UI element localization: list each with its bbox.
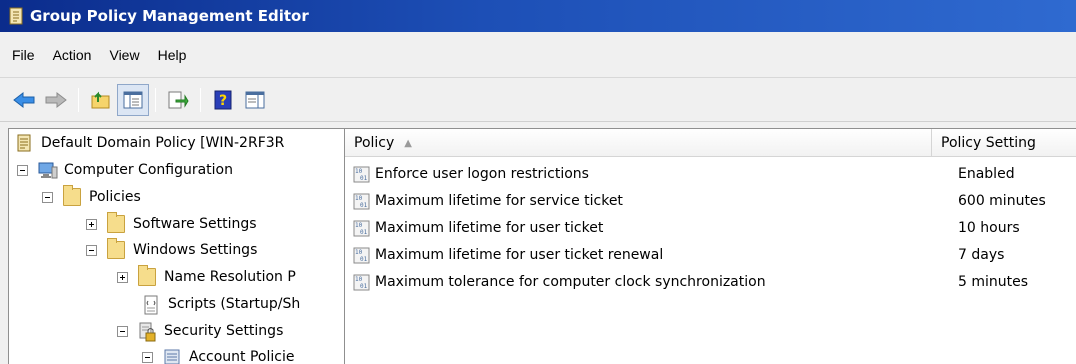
tree-item-security-settings[interactable]: Security Settings [117, 318, 283, 344]
policy-document-icon [8, 6, 24, 26]
menu-view[interactable]: View [101, 47, 149, 63]
folder-icon [107, 238, 125, 259]
toolbar-separator [200, 87, 201, 112]
policy-setting-value: Enabled [958, 166, 1015, 182]
toolbar-separator [78, 87, 79, 112]
policy-setting-icon: 10 01 [353, 274, 370, 291]
svg-text:10: 10 [355, 222, 363, 229]
column-header-policy-setting[interactable]: Policy Setting [932, 129, 1076, 157]
svg-text:01: 01 [360, 229, 368, 236]
tree-item-label: Security Settings [164, 323, 284, 339]
svg-text:?: ? [219, 93, 227, 109]
tree-item-windows-settings[interactable]: Windows Settings [86, 237, 257, 263]
menu-bar: File Action View Help [0, 32, 1076, 78]
script-icon [142, 295, 160, 315]
results-pane: Policy ▲ Policy Setting 10 01 Enforce use… [344, 128, 1076, 364]
tree-item-label: Scripts (Startup/Sh [168, 296, 301, 312]
policy-name: Maximum lifetime for user ticket [375, 220, 604, 236]
menu-action[interactable]: Action [45, 47, 102, 63]
policy-setting-icon: 10 01 [353, 220, 370, 237]
folder-icon [63, 185, 81, 206]
tree-item-label: Name Resolution P [164, 269, 296, 285]
tree-item-computer-configuration[interactable]: Computer Configuration [17, 157, 233, 183]
table-row[interactable]: 10 01 Maximum tolerance for computer cloc… [345, 269, 1076, 295]
policy-setting-value: 10 hours [958, 220, 1020, 236]
svg-text:10: 10 [355, 276, 363, 283]
tree-item-default-domain-policy[interactable]: Default Domain Policy [WIN-2RF3R [15, 130, 284, 156]
tree-item-label: Computer Configuration [64, 162, 233, 178]
collapse-toggle[interactable] [142, 351, 153, 363]
column-header-label: Policy Setting [941, 135, 1036, 151]
title-bar: Group Policy Management Editor [0, 0, 1076, 32]
tree-item-label: Software Settings [133, 216, 257, 232]
show-hide-tree-icon[interactable] [117, 83, 149, 116]
console-tree[interactable]: Default Domain Policy [WIN-2RF3R Compute… [8, 128, 345, 364]
tree-item-policies[interactable]: Policies [42, 184, 141, 210]
tree-item-scripts[interactable]: Scripts (Startup/Sh [142, 291, 300, 317]
svg-text:10: 10 [355, 249, 363, 256]
properties-pane-icon[interactable] [239, 84, 271, 116]
tree-item-label: Account Policie [189, 349, 295, 364]
expand-toggle[interactable] [86, 218, 97, 230]
svg-text:10: 10 [355, 195, 363, 202]
column-header-label: Policy [354, 135, 395, 151]
policy-setting-icon: 10 01 [353, 193, 370, 210]
list-header: Policy ▲ Policy Setting [345, 129, 1076, 157]
column-header-policy[interactable]: Policy ▲ [345, 129, 932, 157]
table-row[interactable]: 10 01 Enforce user logon restrictions Ena… [345, 161, 1076, 187]
table-row[interactable]: 10 01 Maximum lifetime for user ticket re… [345, 242, 1076, 268]
window-title: Group Policy Management Editor [30, 7, 309, 25]
computer-icon [38, 161, 58, 179]
policy-setting-value: 5 minutes [958, 274, 1029, 290]
policy-name: Maximum lifetime for service ticket [375, 193, 623, 209]
tree-item-label: Default Domain Policy [WIN-2RF3R [41, 135, 285, 151]
tree-item-software-settings[interactable]: Software Settings [86, 211, 257, 237]
tree-item-account-policies[interactable]: Account Policie [142, 344, 294, 364]
account-policy-icon [163, 348, 181, 364]
policy-setting-value: 7 days [958, 247, 1005, 263]
security-icon [138, 322, 156, 342]
svg-text:01: 01 [360, 175, 368, 182]
toolbar-separator [155, 87, 156, 112]
policy-name: Maximum tolerance for computer clock syn… [375, 274, 766, 290]
policy-setting-icon: 10 01 [353, 166, 370, 183]
folder-icon [107, 212, 125, 233]
up-folder-icon[interactable] [85, 84, 117, 116]
svg-text:01: 01 [360, 202, 368, 209]
svg-text:01: 01 [360, 256, 368, 263]
tree-item-label: Policies [89, 189, 141, 205]
back-icon[interactable] [8, 84, 40, 116]
policy-name: Enforce user logon restrictions [375, 166, 589, 182]
policy-setting-value: 600 minutes [958, 193, 1046, 209]
tree-item-label: Windows Settings [133, 242, 258, 258]
svg-text:01: 01 [360, 283, 368, 290]
policy-setting-icon: 10 01 [353, 247, 370, 264]
table-row[interactable]: 10 01 Maximum lifetime for service ticket… [345, 188, 1076, 214]
collapse-toggle[interactable] [117, 325, 128, 337]
policy-document-icon [15, 134, 33, 152]
svg-text:10: 10 [355, 168, 363, 175]
forward-icon[interactable] [40, 84, 72, 116]
collapse-toggle[interactable] [86, 244, 97, 256]
sort-ascending-icon: ▲ [404, 137, 412, 149]
collapse-toggle[interactable] [17, 164, 28, 176]
help-icon[interactable]: ? [207, 84, 239, 116]
toolbar: ? [0, 78, 1076, 122]
folder-icon [138, 265, 156, 286]
menu-file[interactable]: File [4, 47, 45, 63]
expand-toggle[interactable] [117, 271, 128, 283]
menu-help[interactable]: Help [150, 47, 197, 63]
export-list-icon[interactable] [162, 84, 194, 116]
policy-name: Maximum lifetime for user ticket renewal [375, 247, 664, 263]
table-row[interactable]: 10 01 Maximum lifetime for user ticket 10… [345, 215, 1076, 241]
tree-item-name-resolution-policy[interactable]: Name Resolution P [117, 264, 296, 290]
collapse-toggle[interactable] [42, 191, 53, 203]
